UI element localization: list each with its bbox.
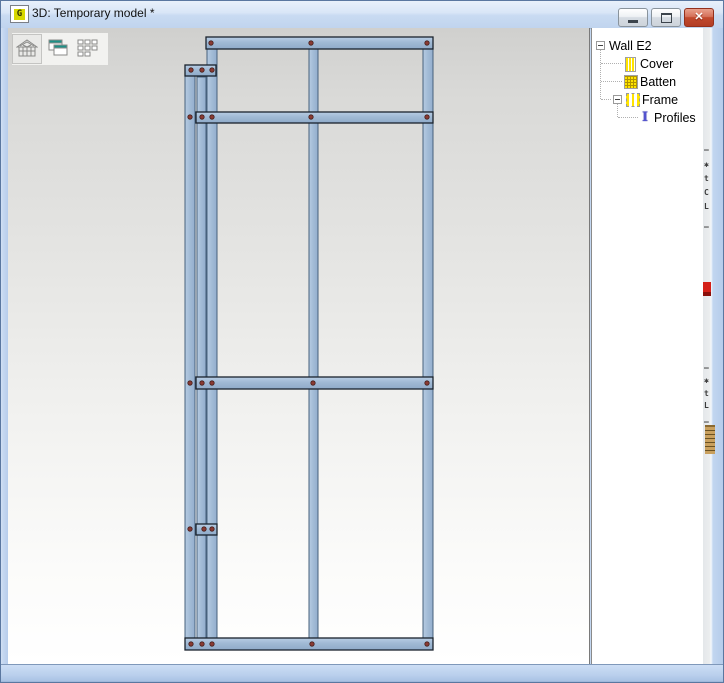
screw-marker: [188, 381, 192, 385]
screw-marker: [188, 527, 192, 531]
window-title: 3D: Temporary model *: [32, 6, 155, 20]
cover-stripes-icon: [625, 57, 636, 72]
screw-marker: [200, 68, 204, 72]
frame-rail[interactable]: [196, 112, 433, 123]
minimize-icon: [628, 20, 638, 23]
screw-marker: [200, 642, 204, 646]
title-bar[interactable]: G 3D: Temporary model * ✕: [0, 0, 724, 29]
close-icon: ✕: [694, 12, 703, 23]
tree-item-batten[interactable]: Batten: [592, 73, 703, 90]
screw-marker: [200, 115, 204, 119]
maximize-button[interactable]: [651, 8, 681, 27]
viewport-toolbar: [12, 33, 108, 65]
screw-marker: [210, 115, 214, 119]
screw-marker: [425, 115, 429, 119]
tree-item-cover[interactable]: Cover: [592, 55, 703, 72]
app-icon[interactable]: G: [10, 5, 29, 23]
window-controls: ✕: [618, 8, 714, 27]
screw-marker: [310, 642, 314, 646]
screw-marker: [188, 115, 192, 119]
wall-frame-drawing[interactable]: [8, 28, 589, 664]
tree-item-label[interactable]: Batten: [640, 75, 676, 89]
frame-house-icon: [16, 38, 38, 61]
frame-stud[interactable]: [423, 48, 433, 646]
cascade-windows-icon: [46, 38, 68, 61]
collapse-toggle-wall[interactable]: [596, 41, 605, 50]
frame-stud[interactable]: [185, 75, 195, 646]
i-beam-icon: I: [642, 111, 648, 124]
screw-marker: [425, 642, 429, 646]
tree-item-frame[interactable]: Frame: [592, 91, 703, 108]
tile-windows-icon: [76, 38, 98, 61]
screw-marker: [210, 381, 214, 385]
tree-item-label[interactable]: Frame: [642, 93, 678, 107]
frame-rail[interactable]: [206, 37, 433, 49]
window-left-border: [0, 28, 8, 664]
window-bottom-border: [0, 664, 724, 683]
tree-item-label[interactable]: Profiles: [654, 111, 696, 125]
screw-marker: [309, 115, 313, 119]
screw-marker: [189, 642, 193, 646]
window-right-border: [703, 28, 724, 664]
tree-item-profiles[interactable]: I Profiles: [592, 109, 703, 126]
screw-marker: [210, 527, 214, 531]
frame-stud[interactable]: [207, 48, 217, 646]
screw-marker: [311, 381, 315, 385]
tree-item-label[interactable]: Wall E2: [609, 39, 652, 53]
3d-viewport[interactable]: [8, 28, 590, 664]
close-button[interactable]: ✕: [684, 8, 714, 27]
maximize-icon: [661, 13, 672, 23]
screw-marker: [202, 527, 206, 531]
screw-marker: [309, 41, 313, 45]
screw-marker: [200, 381, 204, 385]
screw-marker: [425, 381, 429, 385]
screw-marker: [209, 41, 213, 45]
screw-marker: [210, 68, 214, 72]
minimize-button[interactable]: [618, 8, 648, 27]
app-icon-glyph: G: [14, 9, 25, 20]
screw-marker: [189, 68, 193, 72]
tree-item-label[interactable]: Cover: [640, 57, 673, 71]
cascade-windows-button[interactable]: [42, 34, 72, 64]
app-window: G 3D: Temporary model * ✕: [0, 0, 724, 683]
collapse-toggle-frame[interactable]: [613, 95, 622, 104]
frame-section-icon: [626, 93, 640, 107]
frame-stud[interactable]: [197, 77, 206, 646]
tree-item-wall-e2[interactable]: Wall E2: [592, 37, 703, 54]
tile-windows-button[interactable]: [72, 34, 102, 64]
frame-rail[interactable]: [185, 638, 433, 650]
frame-stud[interactable]: [309, 48, 318, 646]
batten-mesh-icon: [624, 75, 638, 89]
screw-marker: [425, 41, 429, 45]
screw-marker: [210, 642, 214, 646]
model-tree-panel: Wall E2 Cover Batten Frame I Profiles: [591, 28, 704, 664]
frame-house-view-button[interactable]: [12, 34, 42, 64]
